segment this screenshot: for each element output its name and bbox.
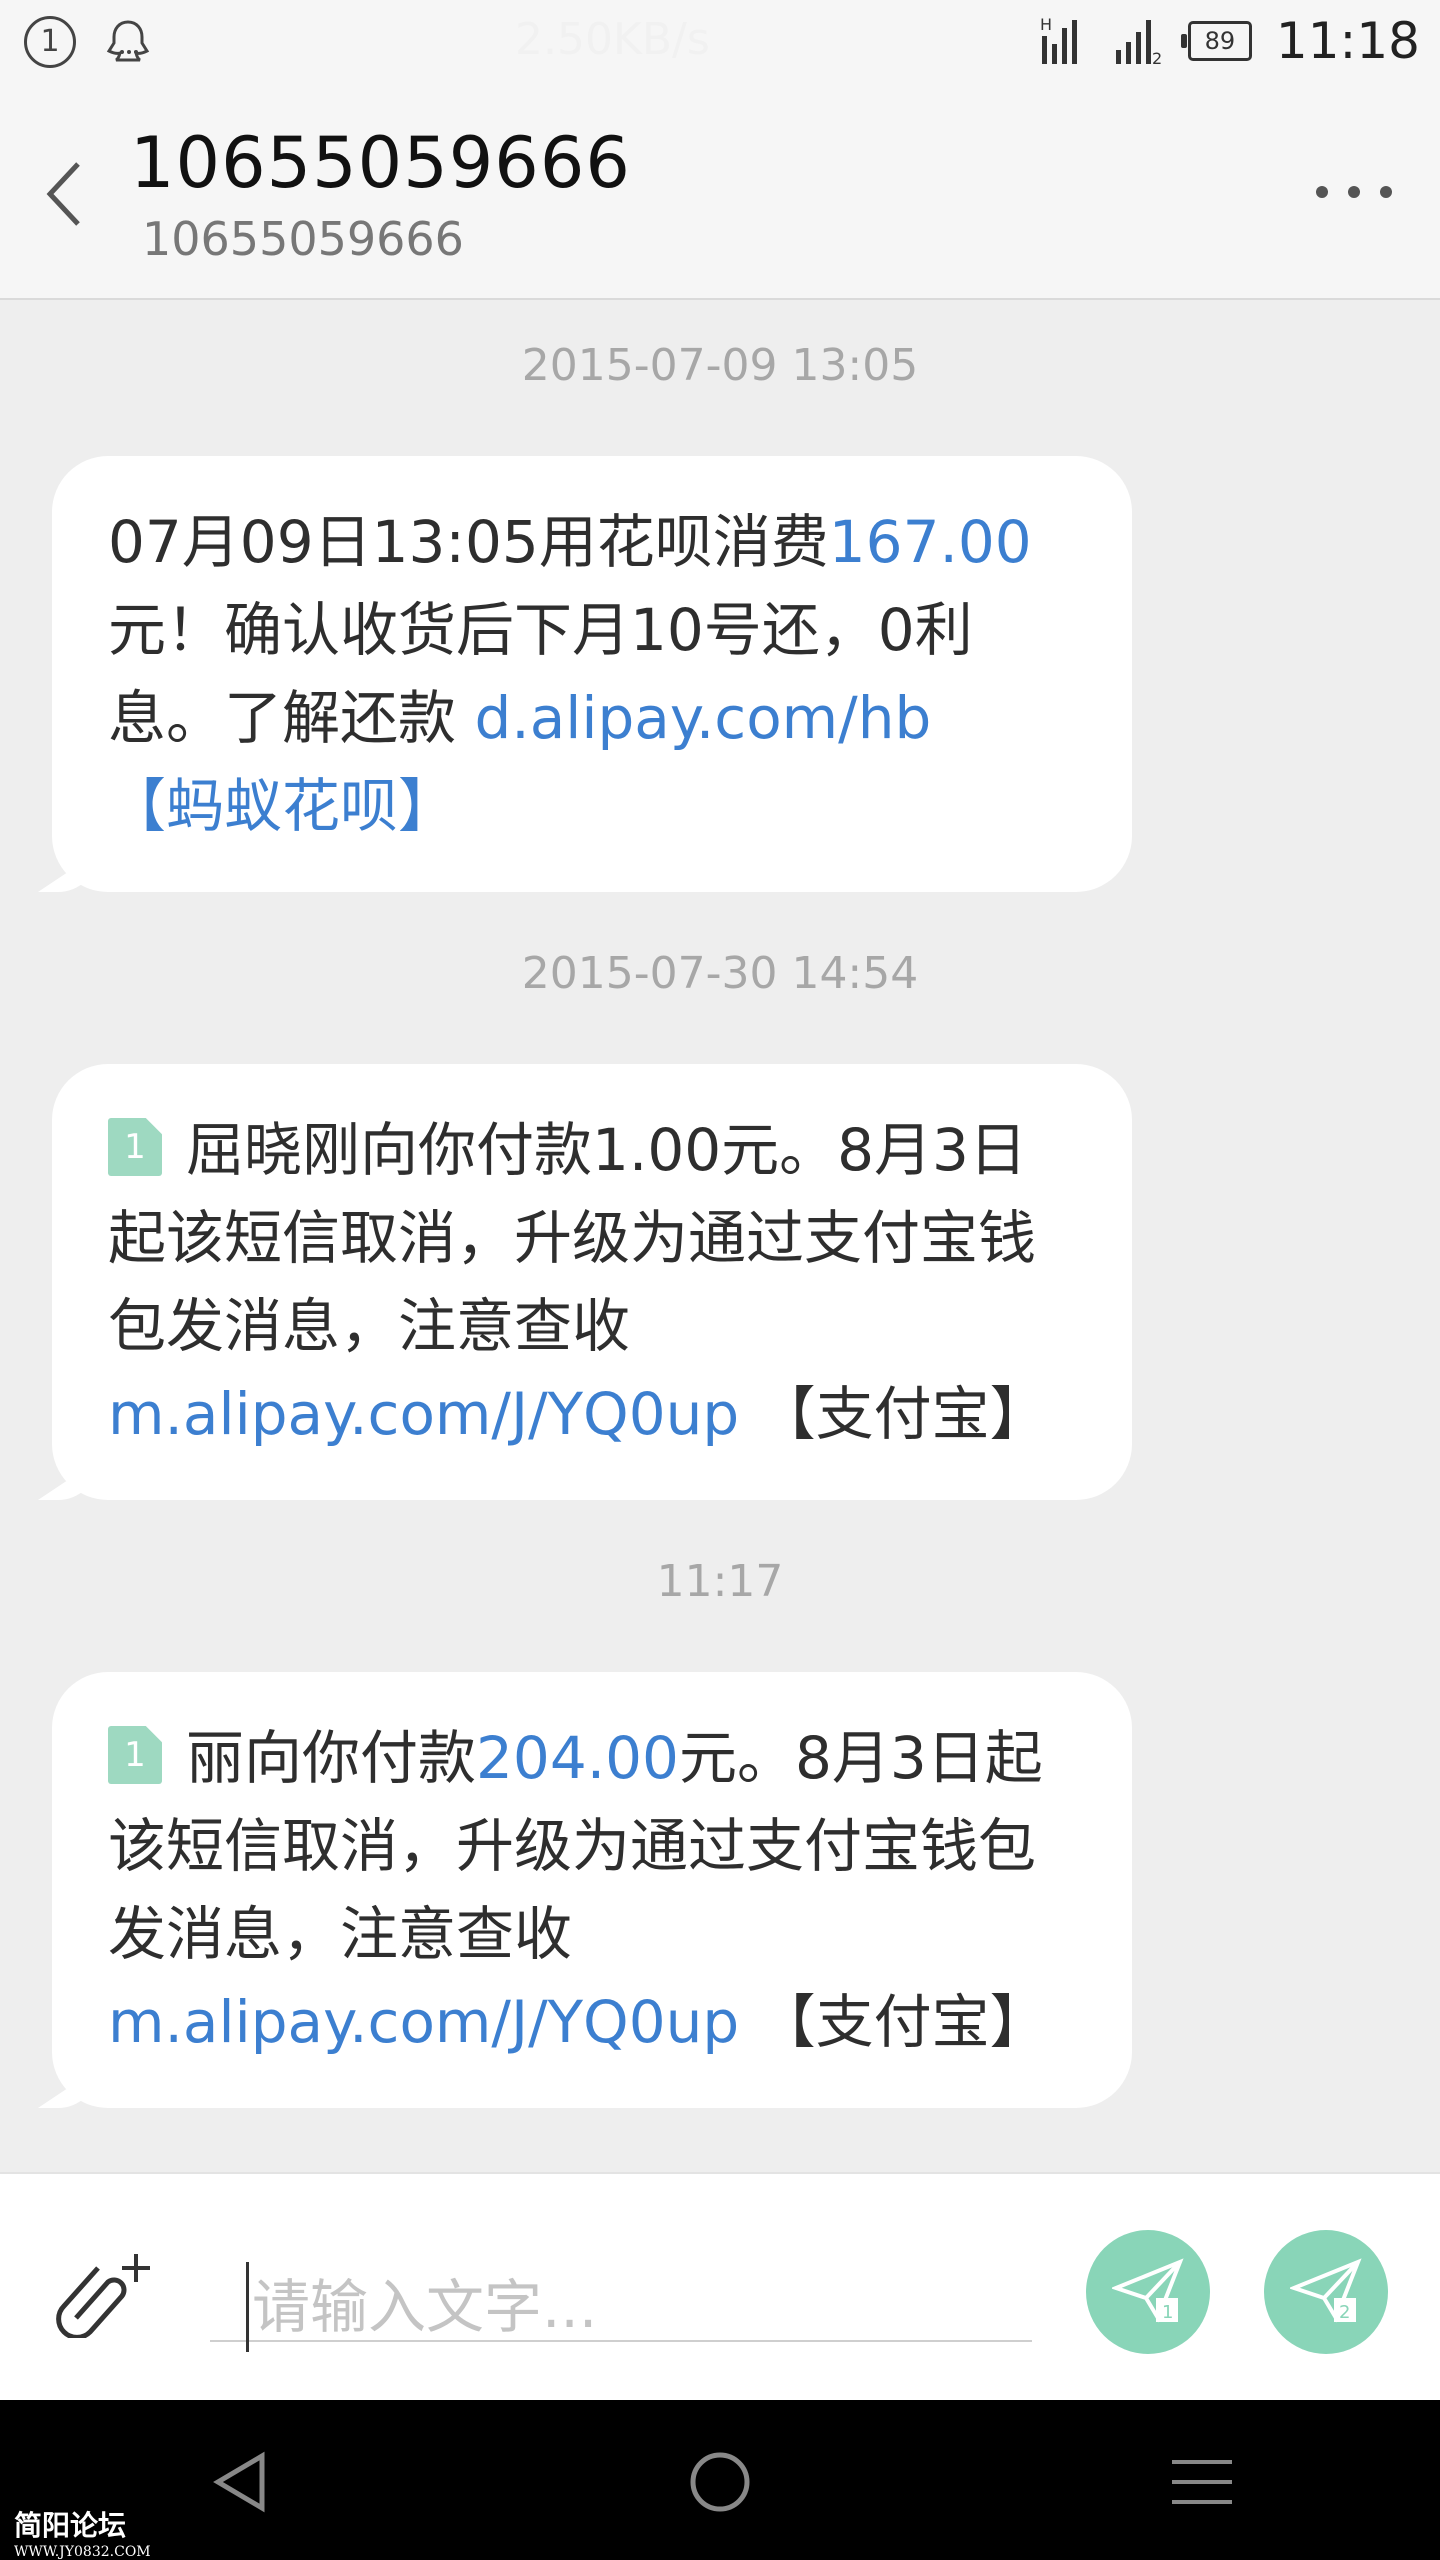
battery-icon: 89 xyxy=(1180,21,1252,61)
sim-1-icon: 1 xyxy=(108,1726,162,1784)
message-timestamp: 2015-07-09 13:05 xyxy=(521,340,919,391)
conversation-header: 10655059666 10655059666 xyxy=(0,84,1440,300)
message-input-placeholder: 请输入文字... xyxy=(252,2273,598,2341)
sender-signature: 【支付宝】 xyxy=(739,1988,1048,2056)
send-sim2-button[interactable]: 2 xyxy=(1264,2230,1388,2354)
qq-notification-icon xyxy=(106,20,150,62)
navigation-bar xyxy=(0,2400,1440,2560)
contact-number: 10655059666 xyxy=(142,212,464,266)
status-bar: 1 2.50KB/s H 2 89 11:18 xyxy=(0,0,1440,84)
message-bubble[interactable]: 1 屈晓刚向你付款1.00元。8月3日起该短信取消，升级为通过支付宝钱包发消息，注… xyxy=(52,1064,1132,1500)
send-plane-icon: 1 xyxy=(1112,2258,1184,2323)
composer-bar: 请输入文字... 1 2 xyxy=(0,2172,1440,2400)
message-text: 屈晓刚向你付款1.00元。8月3日起该短信取消，升级为通过支付宝钱包发消息，注意… xyxy=(108,1116,1037,1360)
network-speed: 2.50KB/s xyxy=(515,14,710,65)
amount-link[interactable]: 204.00 xyxy=(476,1724,679,1792)
more-options-icon[interactable] xyxy=(1312,174,1396,210)
svg-text:2: 2 xyxy=(1339,2302,1350,2323)
signal-2-icon: 2 xyxy=(1115,20,1162,68)
notification-count-icon: 1 xyxy=(24,16,76,68)
svg-text:H: H xyxy=(1040,15,1052,34)
nav-menu-icon[interactable] xyxy=(1170,2450,1234,2514)
message-timestamp: 2015-07-30 14:54 xyxy=(521,948,919,999)
watermark-url: WWW.JY0832.COM xyxy=(14,2544,151,2560)
message-timestamp: 11:17 xyxy=(656,1556,784,1607)
message-text: 丽向你付款 xyxy=(186,1724,477,1792)
contact-title: 10655059666 xyxy=(130,122,631,204)
url-link[interactable]: d.alipay.com/hb xyxy=(474,684,931,752)
back-arrow-icon[interactable] xyxy=(36,154,96,234)
svg-text:1: 1 xyxy=(1162,2302,1173,2323)
svg-text:2: 2 xyxy=(1152,49,1162,68)
message-input[interactable]: 请输入文字... xyxy=(210,2254,1032,2352)
message-text: 07月09日13:05用花呗消费 xyxy=(108,508,829,576)
url-link[interactable]: m.alipay.com/J/YQ0up xyxy=(108,1988,739,2056)
nav-back-icon[interactable] xyxy=(212,2450,268,2514)
message-bubble[interactable]: 1 丽向你付款204.00元。8月3日起该短信取消，升级为通过支付宝钱包发消息，注… xyxy=(52,1672,1132,2108)
sender-signature: 【支付宝】 xyxy=(739,1380,1048,1448)
sim-1-icon: 1 xyxy=(108,1118,162,1176)
send-sim1-button[interactable]: 1 xyxy=(1086,2230,1210,2354)
signal-1-icon: H xyxy=(1040,15,1077,64)
watermark-name: 简阳论坛 xyxy=(14,2509,127,2542)
attach-paperclip-icon[interactable] xyxy=(56,2248,156,2338)
nav-home-icon[interactable] xyxy=(688,2450,752,2514)
sender-signature-link[interactable]: 【蚂蚁花呗】 xyxy=(108,772,456,840)
send-plane-icon: 2 xyxy=(1290,2258,1362,2323)
amount-link[interactable]: 167.00 xyxy=(829,508,1032,576)
clock: 11:18 xyxy=(1275,12,1420,70)
url-link[interactable]: m.alipay.com/J/YQ0up xyxy=(108,1380,739,1448)
message-bubble[interactable]: 07月09日13:05用花呗消费167.00元！确认收货后下月10号还，0利息。… xyxy=(52,456,1132,892)
text-cursor xyxy=(246,2262,249,2352)
forum-watermark: 简阳论坛 WWW.JY0832.COM xyxy=(14,2504,151,2560)
